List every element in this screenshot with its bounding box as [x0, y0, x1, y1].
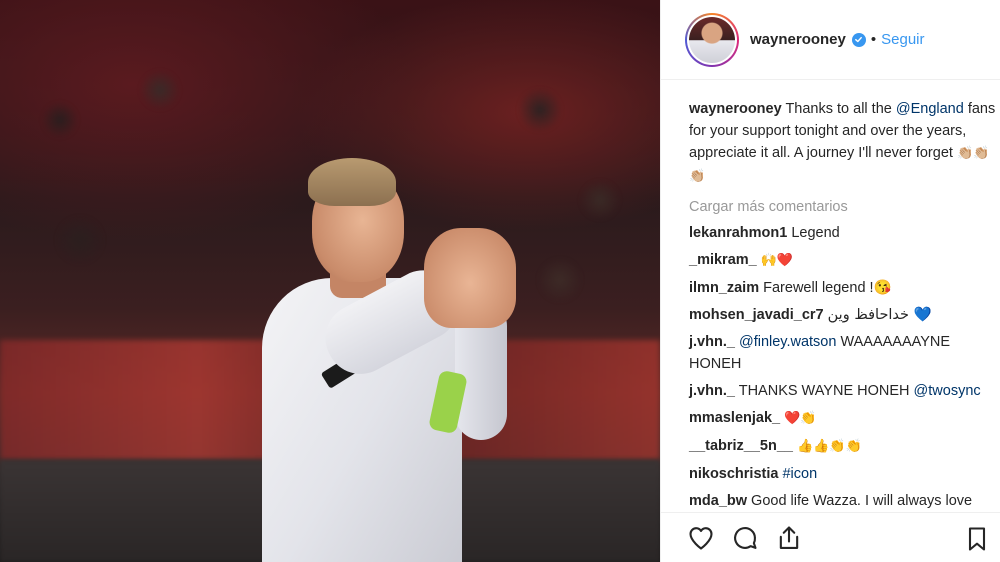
verified-badge-icon [851, 32, 866, 47]
comment-username[interactable]: nikoschristia [689, 466, 778, 482]
comment-username[interactable]: mmaslenjak_ [689, 410, 780, 426]
avatar-story-ring[interactable] [685, 12, 739, 67]
post-username[interactable]: waynerooney [750, 31, 846, 48]
comment-username[interactable]: __tabriz__5n__ [689, 438, 793, 454]
separator-dot: • [870, 31, 877, 48]
comment-item: lekanrahmon1 Legend [689, 222, 997, 244]
comment-item: nikoschristia #icon [689, 463, 997, 485]
heart-icon[interactable] [687, 524, 715, 552]
post-photo[interactable] [0, 0, 660, 562]
comment-text: THANKS WAYNE HONEH [738, 383, 910, 399]
follow-button[interactable]: Seguir [881, 31, 924, 48]
player-hair [308, 158, 396, 206]
post-header: waynerooney • Seguir [661, 0, 1000, 80]
share-icon[interactable] [775, 524, 803, 552]
comment-item: j.vhn._ @finley.watson WAAAAAAAYNE HONEH [689, 331, 997, 375]
load-more-comments-button[interactable]: Cargar más comentarios [689, 196, 997, 218]
caption-mention[interactable]: @England [896, 101, 964, 117]
comment-username[interactable]: j.vhn._ [689, 383, 735, 399]
comment-username[interactable]: mda_bw [689, 493, 747, 509]
post-caption: waynerooney Thanks to all the @England f… [689, 98, 997, 188]
comment-text: 👍👍👏👏 [797, 439, 862, 454]
comment-mention[interactable]: @finley.watson [739, 334, 836, 350]
comment-text: Legend [791, 225, 840, 241]
comment-mention[interactable]: @twosync [914, 383, 981, 399]
comment-item: mmaslenjak_ ❤️👏 [689, 407, 997, 430]
comment-item: j.vhn._ THANKS WAYNE HONEH @twosync [689, 380, 997, 402]
comment-username[interactable]: mohsen_javadi_cr7 [689, 307, 824, 323]
comment-text: Good life Wazza. I will always love [751, 493, 973, 509]
avatar-frame [687, 14, 737, 65]
comment-text: خداحافظ وین 💙 [827, 307, 932, 323]
comment-text: ❤️👏 [784, 411, 817, 426]
comment-bubble-icon[interactable] [731, 524, 759, 552]
avatar [689, 16, 735, 63]
post-actions-bar [661, 512, 1000, 562]
bookmark-icon[interactable] [963, 525, 991, 553]
comments-list: waynerooney Thanks to all the @England f… [689, 98, 997, 512]
comment-item: mda_bw Good life Wazza. I will always lo… [689, 490, 997, 512]
caption-username[interactable]: waynerooney [689, 101, 782, 117]
comment-item: ilmn_zaim Farewell legend !😘 [689, 277, 997, 299]
post-side-panel: waynerooney • Seguir waynerooney Thanks … [660, 0, 1000, 562]
comment-item: mohsen_javadi_cr7 خداحافظ وین 💙 [689, 304, 997, 326]
comment-item: _mikram_ 🙌❤️ [689, 249, 997, 272]
comment-username[interactable]: ilmn_zaim [689, 280, 759, 296]
comment-text: 🙌❤️ [760, 253, 794, 268]
comment-username[interactable]: j.vhn._ [689, 334, 735, 350]
comment-item: __tabriz__5n__ 👍👍👏👏 [689, 435, 997, 458]
comment-hashtag[interactable]: #icon [782, 466, 817, 482]
photo-player [0, 0, 660, 562]
comment-username[interactable]: _mikram_ [689, 252, 757, 268]
comment-text: Farewell legend !😘 [763, 280, 892, 296]
player-clapping-hands [424, 228, 516, 328]
comment-username[interactable]: lekanrahmon1 [689, 225, 787, 241]
caption-text-1: Thanks to all the [781, 101, 896, 117]
